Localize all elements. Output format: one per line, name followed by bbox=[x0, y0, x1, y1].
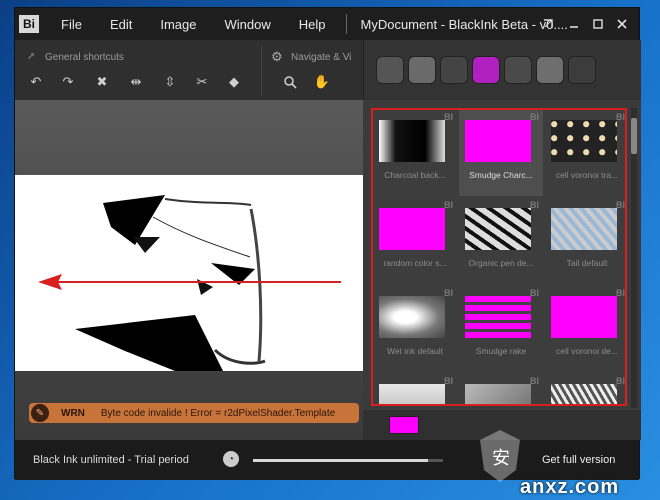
brush-badge: BI bbox=[530, 200, 539, 210]
brush-label: Charcoal back... bbox=[384, 170, 446, 180]
brush-preset[interactable]: BI random color s... bbox=[373, 198, 457, 284]
brush-badge: BI bbox=[444, 112, 453, 122]
brush-thumb-hatch[interactable] bbox=[504, 56, 532, 84]
brush-library-panel: BI Charcoal back... BI Smudge Charc... BI cel… bbox=[363, 100, 641, 440]
brush-thumb-eraser[interactable] bbox=[568, 56, 596, 84]
trial-status-text: Black Ink unlimited - Trial period bbox=[33, 454, 189, 466]
toolbar-separator bbox=[261, 46, 262, 96]
brush-preset[interactable]: BI Charcoal back... bbox=[373, 110, 457, 196]
scissors-icon[interactable]: ✂ bbox=[193, 73, 211, 91]
brush-preview bbox=[379, 296, 445, 338]
brush-badge: BI bbox=[616, 288, 625, 298]
zoom-icon[interactable] bbox=[281, 73, 299, 91]
toolbar-group-navigate-label: Navigate & Vi bbox=[291, 52, 352, 63]
brush-label: random color s... bbox=[383, 258, 447, 268]
brush-badge: BI bbox=[616, 112, 625, 122]
brush-scrollbar[interactable] bbox=[631, 108, 637, 408]
brush-preset[interactable]: BI cell voronoi de... bbox=[545, 286, 625, 372]
toolbar: ➚ General shortcuts ↶ ↷ ✖ ⇹ ⇳ ✂ ◆ ⚙ Navi… bbox=[15, 40, 363, 133]
brush-preview bbox=[551, 384, 617, 404]
scrollbar-thumb[interactable] bbox=[631, 118, 637, 154]
trial-progress-fill bbox=[253, 459, 428, 462]
brush-label: Wet ink default bbox=[386, 346, 444, 356]
brush-preview bbox=[379, 120, 445, 162]
brush-preview bbox=[379, 208, 445, 250]
brush-badge: BI bbox=[444, 288, 453, 298]
navigate-settings-icon: ⚙ bbox=[271, 49, 283, 64]
brush-preview bbox=[465, 120, 531, 162]
brush-preview bbox=[465, 296, 531, 338]
brush-preview bbox=[551, 296, 617, 338]
brush-label: cell voronoi de... bbox=[556, 346, 618, 356]
brush-label: Organic pen de... bbox=[468, 258, 534, 268]
brush-thumb-dark-strokes[interactable] bbox=[440, 56, 468, 84]
brush-badge: BI bbox=[530, 288, 539, 298]
brush-preview bbox=[551, 120, 617, 162]
menu-edit[interactable]: Edit bbox=[110, 17, 132, 32]
document-title: MyDocument - BlackInk Beta - v0.... bbox=[360, 16, 568, 32]
watermark-text: anxz.com bbox=[520, 476, 620, 498]
trial-progress-bar bbox=[253, 459, 443, 462]
title-separator bbox=[345, 14, 347, 34]
brush-preset[interactable]: BI bbox=[459, 374, 543, 404]
restore-icon[interactable] bbox=[539, 15, 557, 33]
brush-preview bbox=[465, 384, 531, 404]
brush-badge: BI bbox=[530, 112, 539, 122]
brush-label: Smudge Charc... bbox=[469, 170, 533, 180]
app-logo: Bi bbox=[19, 15, 39, 33]
warning-code: WRN bbox=[61, 407, 85, 419]
timer-icon: ◔ bbox=[223, 451, 239, 467]
flip-vertical-icon[interactable]: ⇳ bbox=[161, 73, 179, 91]
brush-badge: BI bbox=[530, 376, 539, 386]
brush-preview bbox=[379, 384, 445, 404]
toolbar-group-general-label: General shortcuts bbox=[45, 52, 124, 63]
clear-icon[interactable]: ✖ bbox=[93, 73, 111, 91]
brush-preset[interactable]: BI Wet ink default bbox=[373, 286, 457, 372]
annotation-arrow bbox=[38, 274, 341, 290]
menu-help[interactable]: Help bbox=[299, 17, 326, 32]
brush-thumb-leaf[interactable] bbox=[408, 56, 436, 84]
pen-icon[interactable]: ✎ bbox=[31, 404, 49, 422]
close-icon[interactable] bbox=[613, 15, 631, 33]
brush-preset-strip bbox=[363, 40, 641, 100]
brush-grid: BI Charcoal back... BI Smudge Charc... BI cel… bbox=[371, 108, 627, 406]
brush-preset[interactable]: BI bbox=[373, 374, 457, 404]
brush-preset[interactable]: BI bbox=[545, 374, 625, 404]
brush-preview bbox=[551, 208, 617, 250]
flip-horizontal-icon[interactable]: ⇹ bbox=[127, 73, 145, 91]
fill-icon[interactable]: ◆ bbox=[225, 73, 243, 91]
brush-badge: BI bbox=[616, 200, 625, 210]
brush-label: Tail default bbox=[566, 258, 608, 268]
maximize-icon[interactable] bbox=[589, 15, 607, 33]
svg-text:安: 安 bbox=[492, 448, 510, 469]
menu-window[interactable]: Window bbox=[225, 17, 271, 32]
brush-label: Smudge rake bbox=[475, 346, 527, 356]
brush-badge: BI bbox=[444, 376, 453, 386]
menu-file[interactable]: File bbox=[61, 17, 82, 32]
brush-preset[interactable]: BI Organic pen de... bbox=[459, 198, 543, 284]
redo-icon[interactable]: ↷ bbox=[59, 73, 77, 91]
app-window: Bi File Edit Image Window Help MyDocumen… bbox=[14, 7, 641, 480]
pan-hand-icon[interactable]: ✋ bbox=[313, 73, 331, 91]
brush-thumb-magenta[interactable] bbox=[472, 56, 500, 84]
current-color-swatch[interactable] bbox=[389, 416, 419, 434]
title-bar: Bi File Edit Image Window Help MyDocumen… bbox=[15, 8, 639, 40]
pin-icon: ➚ bbox=[27, 51, 36, 62]
brush-label: cell voronoi tra... bbox=[555, 170, 619, 180]
brush-thumb-curve[interactable] bbox=[536, 56, 564, 84]
brush-badge: BI bbox=[444, 200, 453, 210]
undo-icon[interactable]: ↶ bbox=[27, 73, 45, 91]
warning-bar: ✎ WRN Byte code invalide ! Error = r2dPi… bbox=[29, 403, 359, 423]
brush-preset[interactable]: BI Smudge Charc... bbox=[459, 110, 543, 196]
warning-message: Byte code invalide ! Error = r2dPixelSha… bbox=[100, 407, 336, 419]
brush-preset[interactable]: BI Smudge rake bbox=[459, 286, 543, 372]
menu-image[interactable]: Image bbox=[160, 17, 196, 32]
brush-preset[interactable]: BI cell voronoi tra... bbox=[545, 110, 625, 196]
brush-badge: BI bbox=[616, 376, 625, 386]
brush-preset[interactable]: BI Tail default bbox=[545, 198, 625, 284]
brush-preview bbox=[465, 208, 531, 250]
brush-thumb-brush[interactable] bbox=[376, 56, 404, 84]
minimize-icon[interactable] bbox=[565, 15, 583, 33]
